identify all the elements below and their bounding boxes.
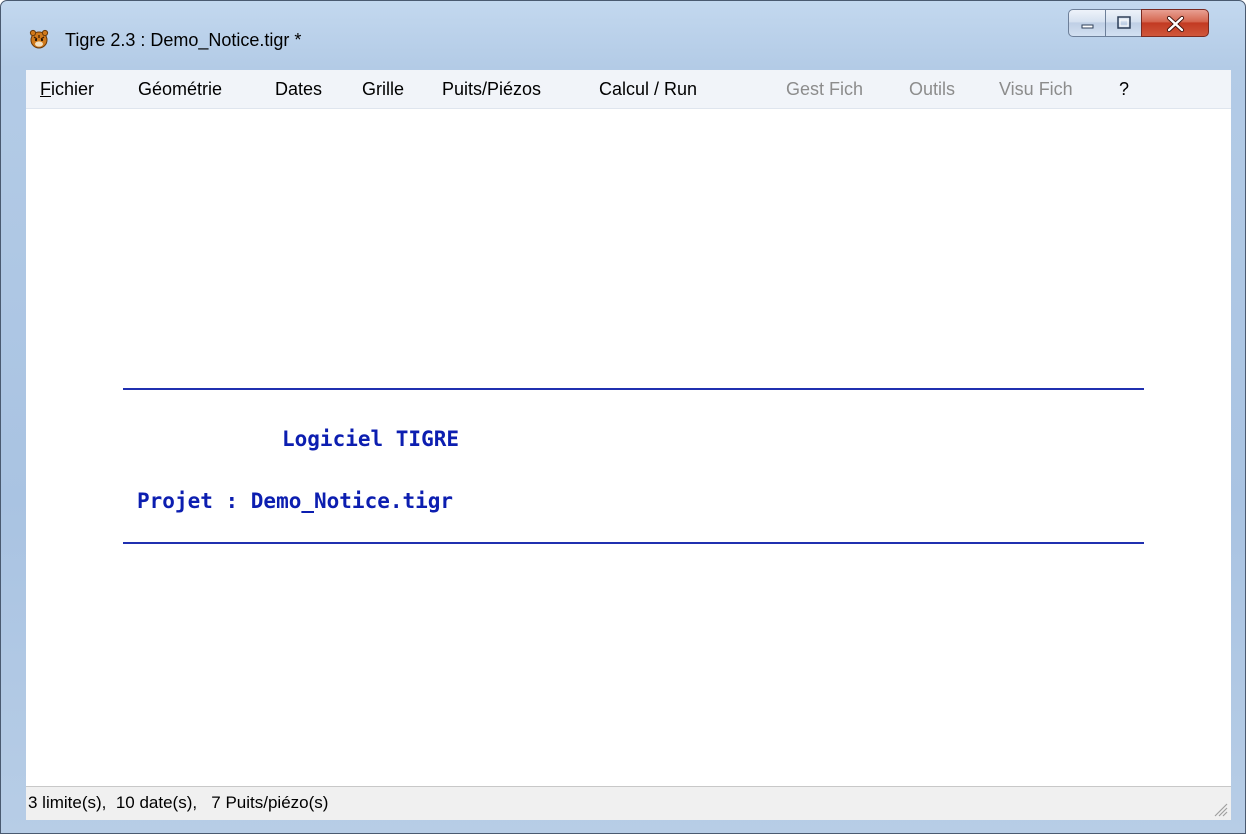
status-bar: 3 limite(s), 10 date(s), 7 Puits/piézo(s…	[26, 786, 1231, 820]
banner-bottom-rule	[123, 542, 1144, 544]
status-summary: 3 limite(s), 10 date(s), 7 Puits/piézo(s…	[28, 793, 329, 812]
project-line: Projet : Demo_Notice.tigr	[137, 489, 454, 513]
minimize-icon	[1081, 24, 1094, 29]
software-title: Logiciel TIGRE	[282, 427, 460, 451]
menu-help[interactable]: ?	[1119, 70, 1129, 108]
menu-calcul-run[interactable]: Calcul / Run	[599, 70, 697, 108]
menu-puits-piezos[interactable]: Puits/Piézos	[442, 70, 541, 108]
menu-gest-fich[interactable]: Gest Fich	[786, 70, 863, 108]
menu-visu-fich[interactable]: Visu Fich	[999, 70, 1073, 108]
close-button[interactable]	[1141, 9, 1209, 37]
main-client-area: Logiciel TIGRE Projet : Demo_Notice.tigr	[26, 109, 1231, 786]
maximize-icon	[1117, 16, 1131, 29]
tiger-head-icon[interactable]	[29, 29, 49, 49]
app-window: Tigre 2.3 : Demo_Notice.tigr * Fichier G…	[0, 0, 1246, 834]
resize-grip-icon[interactable]	[1209, 798, 1229, 818]
banner-top-rule	[123, 388, 1144, 390]
title-bar[interactable]: Tigre 2.3 : Demo_Notice.tigr *	[1, 1, 1245, 67]
menu-fichier[interactable]: Fichier	[40, 70, 94, 108]
maximize-button[interactable]	[1105, 9, 1142, 37]
menu-fichier-accel: F	[40, 79, 51, 99]
menu-fichier-label: ichier	[51, 79, 95, 99]
close-icon	[1166, 15, 1185, 33]
menu-geometrie[interactable]: Géométrie	[138, 70, 222, 108]
menu-bar: Fichier Géométrie Dates Grille Puits/Pié…	[26, 70, 1231, 109]
window-title: Tigre 2.3 : Demo_Notice.tigr *	[65, 30, 302, 50]
menu-dates[interactable]: Dates	[275, 70, 322, 108]
menu-outils[interactable]: Outils	[909, 70, 955, 108]
minimize-button[interactable]	[1068, 9, 1106, 37]
menu-grille[interactable]: Grille	[362, 70, 404, 108]
